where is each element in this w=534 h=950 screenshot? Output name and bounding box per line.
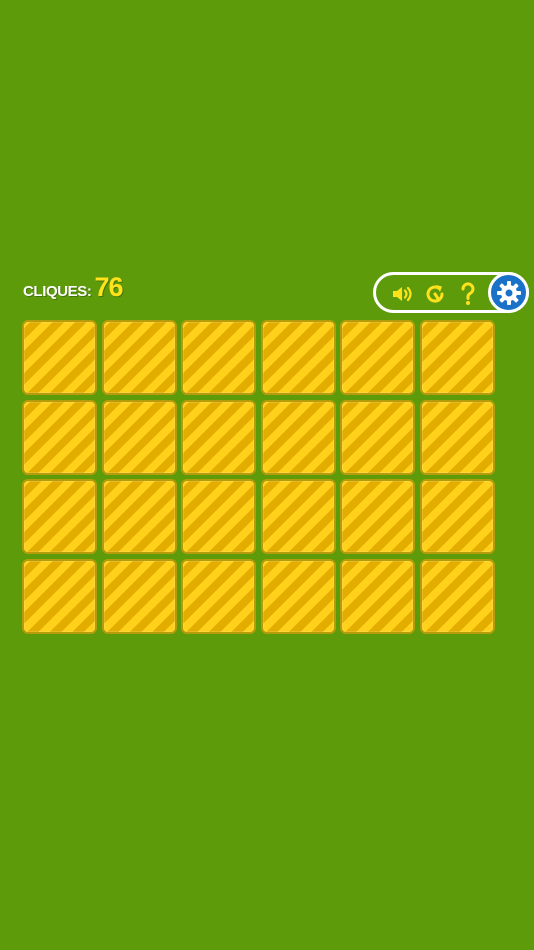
memory-card-face-down[interactable] [260, 320, 336, 395]
memory-card-face-down[interactable] [101, 399, 177, 475]
memory-card-face-down[interactable] [340, 320, 416, 395]
memory-card-face-down[interactable] [101, 479, 177, 555]
click-counter-label: CLIQUES: [23, 283, 92, 300]
memory-card-face-down[interactable] [260, 399, 336, 475]
control-bar [373, 272, 529, 313]
memory-card-face-down[interactable] [181, 320, 257, 395]
card-grid [22, 320, 495, 634]
question-icon [461, 282, 475, 305]
settings-button[interactable] [488, 272, 529, 313]
memory-card-face-down[interactable] [22, 558, 97, 634]
click-counter: CLIQUES: 76 [23, 272, 124, 303]
speaker-icon [393, 286, 412, 302]
restart-icon [426, 285, 444, 303]
click-counter-value: 76 [94, 272, 123, 302]
memory-card-face-down[interactable] [101, 320, 177, 395]
memory-card-face-down[interactable] [101, 558, 177, 634]
gear-icon [496, 280, 521, 305]
memory-card-face-down[interactable] [181, 479, 257, 555]
memory-card-face-down[interactable] [419, 399, 495, 475]
memory-card-face-down[interactable] [260, 479, 336, 555]
memory-card-face-down[interactable] [22, 479, 97, 555]
memory-card-face-down[interactable] [340, 558, 416, 634]
memory-card-face-down[interactable] [181, 399, 257, 475]
restart-button[interactable] [422, 281, 448, 307]
memory-card-face-down[interactable] [22, 320, 97, 395]
sound-button[interactable] [389, 281, 415, 307]
memory-card-face-down[interactable] [260, 558, 336, 634]
memory-card-face-down[interactable] [22, 399, 97, 475]
memory-card-face-down[interactable] [419, 479, 495, 555]
help-button[interactable] [455, 281, 481, 307]
memory-card-face-down[interactable] [181, 558, 257, 634]
memory-card-face-down[interactable] [419, 558, 495, 634]
memory-card-face-down[interactable] [340, 399, 416, 475]
memory-card-face-down[interactable] [340, 479, 416, 555]
game-screen: CLIQUES: 76 [0, 0, 534, 950]
memory-card-face-down[interactable] [419, 320, 495, 395]
